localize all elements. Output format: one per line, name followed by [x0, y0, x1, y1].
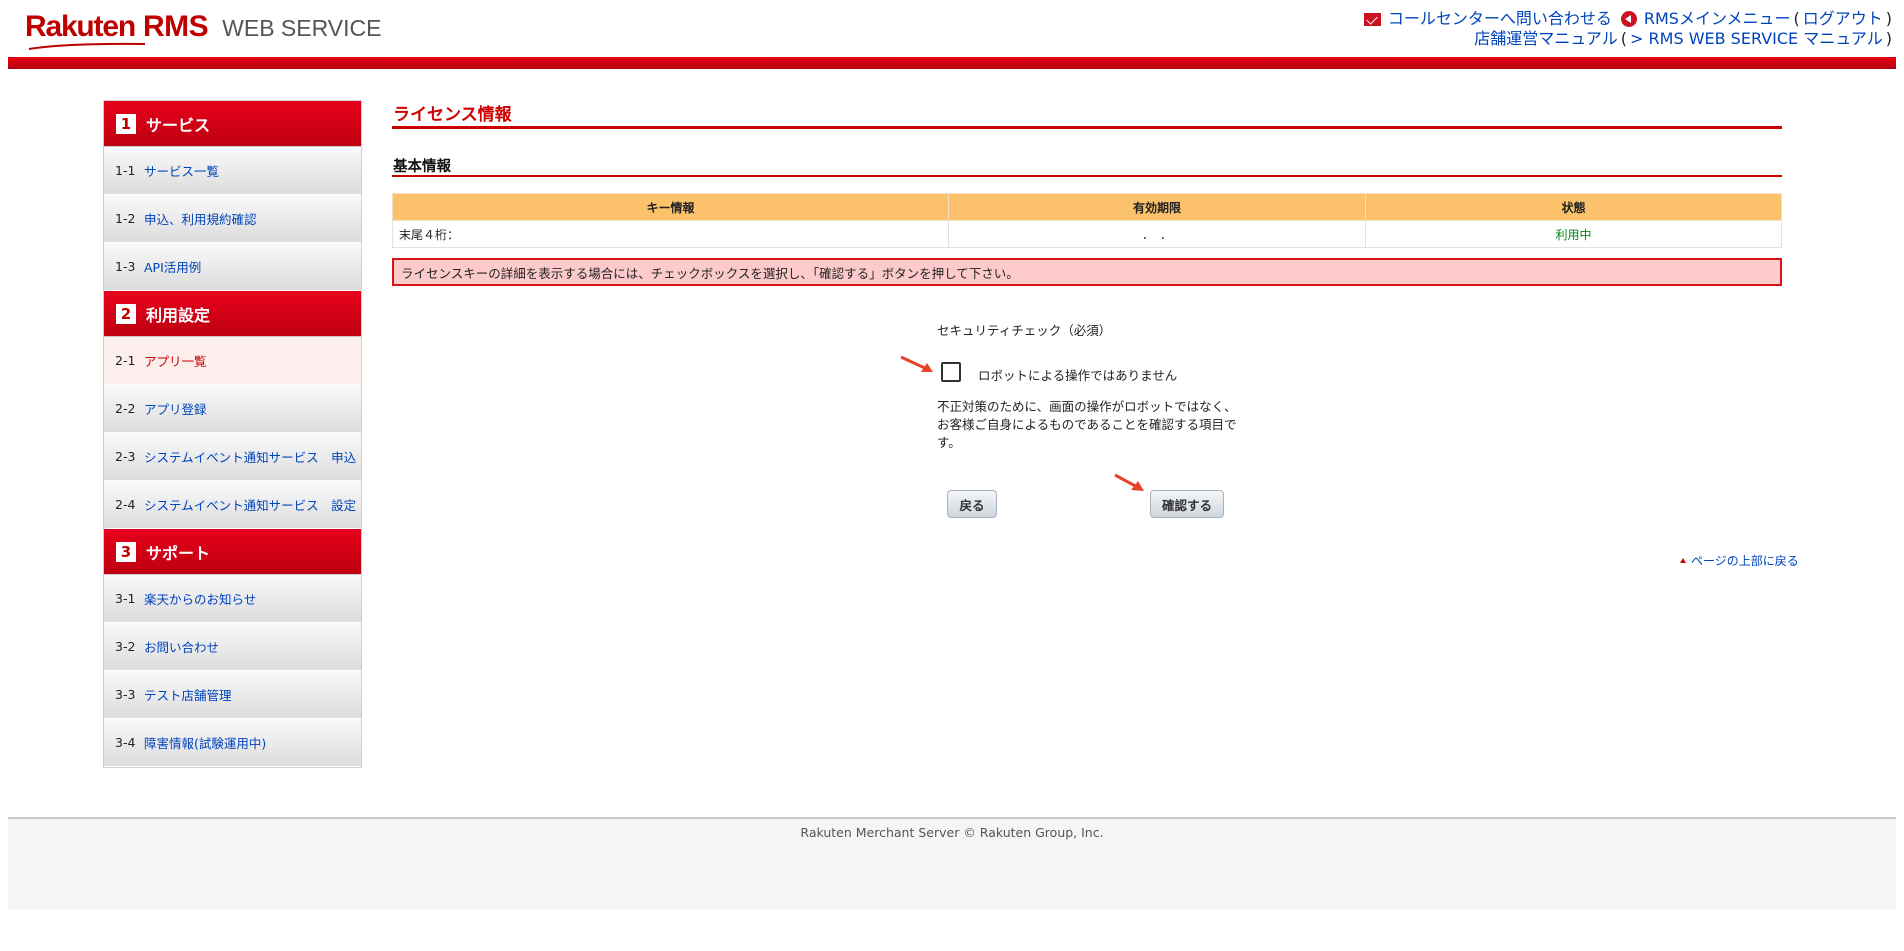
logo-rms-text: RMS [142, 10, 209, 43]
section-heading: 基本情報 [392, 155, 1782, 177]
section-number: 2 [116, 303, 136, 324]
sidebar-item-app-register[interactable]: 2-2 アプリ登録 [104, 385, 361, 433]
nav-item-label: 楽天からのお知らせ [144, 592, 257, 607]
rakuten-rms-logo[interactable]: Rakuten RMS WEB SERVICE [25, 10, 382, 50]
nav-item-number: 3-4 [115, 735, 136, 750]
arrow-pointer-icon [1114, 473, 1144, 491]
paren-close-2: ) [1885, 29, 1892, 48]
nav-item-label: API活用例 [144, 260, 202, 275]
license-table: キー情報 有効期限 状態 末尾４桁： ． ． 利用中 [392, 193, 1782, 248]
column-header-key: キー情報 [392, 193, 949, 221]
header-links: コールセンターへ問い合わせる RMSメインメニュー (ログアウト) 店舗運営マニ… [1363, 9, 1892, 49]
nav-item-number: 2-3 [115, 449, 136, 464]
sidebar-section-settings: 2 利用設定 [104, 291, 361, 337]
sidebar-item-api-examples[interactable]: 1-3 API活用例 [104, 243, 361, 291]
nav-item-label: お問い合わせ [144, 640, 220, 655]
page-title: ライセンス情報 [392, 100, 1782, 129]
nav-item-number: 1-2 [115, 211, 136, 226]
nav-item-label: アプリ一覧 [144, 354, 207, 369]
sidebar-nav: 1 サービス 1-1 サービス一覧 1-2 申込、利用規約確認 1-3 API活… [103, 100, 362, 768]
sidebar-item-event-notify-apply[interactable]: 2-3 システムイベント通知サービス 申込 [104, 433, 361, 481]
nav-item-label: 障害情報(試験運用中) [144, 736, 267, 751]
section-number: 3 [116, 541, 136, 562]
sidebar-item-outage-info[interactable]: 3-4 障害情報(試験運用中) [104, 719, 361, 767]
sidebar-section-support: 3 サポート [104, 529, 361, 575]
nav-item-label: アプリ登録 [144, 402, 207, 417]
sidebar-item-application-terms[interactable]: 1-2 申込、利用規約確認 [104, 195, 361, 243]
sidebar-item-event-notify-settings[interactable]: 2-4 システムイベント通知サービス 設定 [104, 481, 361, 529]
nav-item-number: 3-2 [115, 639, 136, 654]
paren-close: ) [1885, 9, 1892, 28]
section-number: 1 [116, 113, 136, 134]
robot-check-checkbox[interactable] [941, 362, 961, 382]
security-note: 不正対策のために、画面の操作がロボットではなく、お客様ご自身によるものであること… [937, 399, 1237, 450]
paren-open-2: ( [1620, 29, 1628, 48]
header-red-bar [8, 57, 1896, 69]
paren-open: ( [1793, 9, 1800, 28]
nav-item-number: 2-1 [115, 353, 136, 368]
nav-item-number: 3-1 [115, 591, 136, 606]
nav-item-number: 2-4 [115, 497, 136, 512]
nav-item-label: システムイベント通知サービス 申込 [144, 450, 357, 465]
table-row: 末尾４桁： ． ． 利用中 [392, 220, 1782, 248]
header: Rakuten RMS WEB SERVICE コールセンターへ問い合わせる R… [8, 0, 1896, 58]
page-top-link[interactable]: ページの上部に戻る [1680, 552, 1799, 569]
sidebar-item-service-list[interactable]: 1-1 サービス一覧 [104, 147, 361, 195]
sidebar-item-rakuten-news[interactable]: 3-1 楽天からのお知らせ [104, 575, 361, 623]
page-top-label: ページの上部に戻る [1691, 554, 1799, 568]
column-header-expiry: 有効期限 [948, 193, 1366, 221]
expiry-cell: ． ． [948, 220, 1366, 248]
section-title: サービス [146, 115, 211, 135]
nav-item-number: 1-3 [115, 259, 136, 274]
license-key-cell: 末尾４桁： [392, 220, 949, 248]
table-header-row: キー情報 有効期限 状態 [392, 193, 1782, 221]
robot-check-label: ロボットによる操作ではありません [978, 368, 1178, 383]
footer: Rakuten Merchant Server © Rakuten Group,… [8, 817, 1896, 909]
rms-main-menu-link[interactable]: RMSメインメニュー [1644, 9, 1791, 29]
section-title: サポート [146, 543, 211, 563]
column-header-status: 状態 [1365, 193, 1782, 221]
nav-item-label: テスト店舗管理 [144, 688, 232, 703]
callcenter-link[interactable]: コールセンターへ問い合わせる [1388, 9, 1612, 29]
sidebar-item-test-store[interactable]: 3-3 テスト店舗管理 [104, 671, 361, 719]
nav-item-label: 申込、利用規約確認 [144, 212, 257, 227]
logout-link[interactable]: ログアウト [1803, 9, 1883, 29]
logo-swoosh-icon [28, 42, 146, 50]
sidebar-item-app-list[interactable]: 2-1 アプリ一覧 [104, 337, 361, 385]
nav-item-number: 1-1 [115, 163, 136, 178]
logo-rakuten-text: Rakuten [25, 10, 136, 43]
sidebar-section-service: 1 サービス [104, 101, 361, 147]
ws-manual-link[interactable]: > RMS WEB SERVICE マニュアル [1630, 29, 1883, 49]
main-content: ライセンス情報 基本情報 キー情報 有効期限 状態 末尾４桁： ． ． 利用中 … [392, 100, 1799, 568]
security-check-label: セキュリティチェック（必須） [937, 323, 1112, 338]
logo-webservice-text: WEB SERVICE [222, 15, 382, 41]
nav-item-label: サービス一覧 [144, 164, 220, 179]
back-arrow-icon [1620, 11, 1637, 27]
status-cell: 利用中 [1365, 220, 1782, 248]
triangle-up-icon [1680, 558, 1686, 563]
copyright-text: Rakuten Merchant Server © Rakuten Group,… [800, 825, 1104, 840]
sidebar-item-contact[interactable]: 3-2 お問い合わせ [104, 623, 361, 671]
back-button[interactable]: 戻る [947, 490, 997, 518]
store-manual-link[interactable]: 店舗運営マニュアル [1474, 29, 1618, 49]
arrow-pointer-icon [900, 355, 933, 372]
nav-item-number: 2-2 [115, 401, 136, 416]
nav-item-label: システムイベント通知サービス 設定 [144, 498, 357, 513]
notice-message: ライセンスキーの詳細を表示する場合には、チェックボックスを選択し、「確認する」ボ… [392, 258, 1782, 286]
section-title: 利用設定 [146, 305, 211, 325]
confirm-button[interactable]: 確認する [1150, 490, 1224, 518]
nav-item-number: 3-3 [115, 687, 136, 702]
mail-icon [1363, 12, 1381, 26]
